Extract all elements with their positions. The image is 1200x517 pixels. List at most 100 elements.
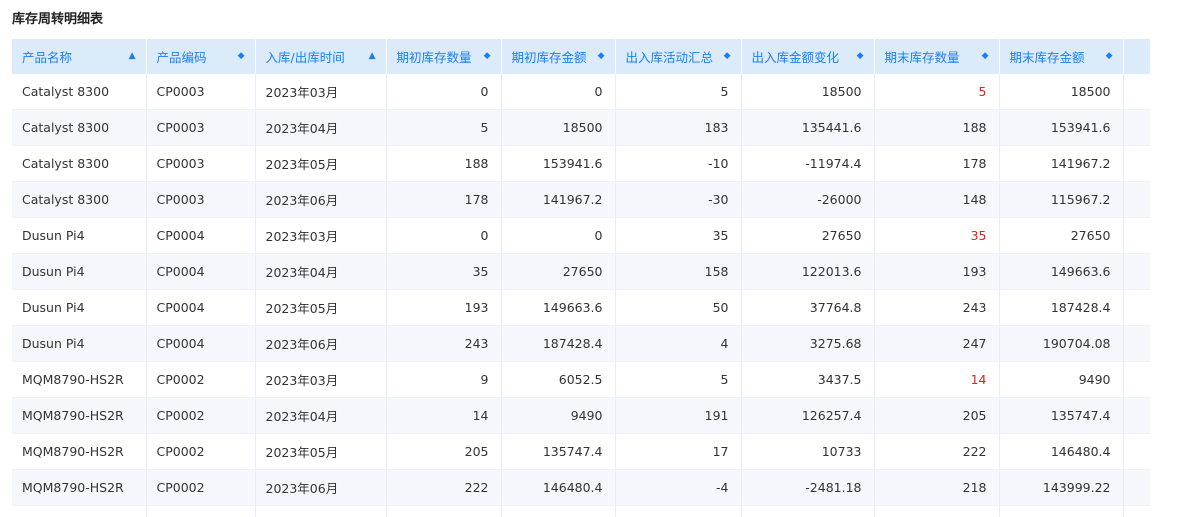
cell-product-code: CP0004 <box>146 217 256 254</box>
cell-activity-summary: -30 <box>615 181 742 218</box>
cell-product-code: CP0004 <box>146 253 256 290</box>
cell-activity-summary: 5 <box>615 74 742 110</box>
cell-filler <box>1123 145 1150 182</box>
cell-in-out-time: 2023年05月 <box>255 433 387 470</box>
column-header-amount-change[interactable]: 出入库金额变化 ◆ <box>741 39 875 74</box>
cell-activity-summary: 5 <box>615 505 742 517</box>
cell-in-out-time: 2023年04月 <box>255 397 387 434</box>
cell-opening-amount: 187428.4 <box>501 325 616 362</box>
cell-activity-summary: 183 <box>615 109 742 146</box>
cell-product-code: CP0002 <box>146 397 256 434</box>
cell-opening-qty: 5 <box>386 109 502 146</box>
cell-opening-qty: 188 <box>386 145 502 182</box>
cell-closing-qty: 193 <box>874 253 1000 290</box>
cell-opening-amount: 141967.2 <box>501 181 616 218</box>
sort-toggle-icon[interactable]: ◆ <box>724 50 731 62</box>
cell-closing-qty: 188 <box>874 109 1000 146</box>
cell-filler <box>1123 325 1150 362</box>
table-row[interactable]: MQM8790-HS2R CP0002 2023年05月 205 135747.4 17 1… <box>12 433 1150 470</box>
cell-product-name: MQM8790-HS2R <box>12 397 147 434</box>
sort-toggle-icon[interactable]: ◆ <box>598 50 605 62</box>
cell-closing-amount: 149663.6 <box>999 253 1124 290</box>
table-row[interactable]: Dusun Pi4 CP0004 2023年06月 243 187428.4 4 3275.… <box>12 325 1150 362</box>
column-header-product-code[interactable]: 产品编码 ◆ <box>146 39 256 74</box>
sort-toggle-icon[interactable]: ◆ <box>484 50 491 62</box>
cell-opening-qty: 0 <box>386 217 502 254</box>
cell-filler <box>1123 253 1150 290</box>
cell-opening-amount: 18500 <box>501 109 616 146</box>
cell-activity-summary: 17 <box>615 433 742 470</box>
cell-amount-change: 122013.6 <box>741 253 875 290</box>
cell-filler <box>1123 361 1150 398</box>
column-header-closing-amount[interactable]: 期末库存金额 ◆ <box>999 39 1124 74</box>
cell-in-out-time: 2023年05月 <box>255 145 387 182</box>
column-header-product-name[interactable]: 产品名称 ▲ <box>12 39 147 74</box>
cell-filler <box>1123 109 1150 146</box>
cell-closing-amount: 187428.4 <box>999 289 1124 326</box>
sort-toggle-icon[interactable]: ◆ <box>857 50 864 62</box>
table-row[interactable]: Catalyst 8300 CP0003 2023年03月 0 0 5 18500 5 1850… <box>12 74 1150 110</box>
column-header-activity-summary[interactable]: 出入库活动汇总 ◆ <box>615 39 742 74</box>
column-header-opening-qty[interactable]: 期初库存数量 ◆ <box>386 39 502 74</box>
cell-in-out-time: 2023年03月 <box>255 505 387 517</box>
cell-amount-change: 3437.5 <box>741 361 875 398</box>
cell-closing-amount: 143999.22 <box>999 469 1124 506</box>
cell-opening-qty: 243 <box>386 325 502 362</box>
cell-opening-amount: 27650 <box>501 253 616 290</box>
cell-opening-qty: 222 <box>386 469 502 506</box>
table-header-row: 产品名称 ▲ 产品编码 ◆ 入库/出库时间 ▲ 期初库存数量 ◆ 期初库存金额 <box>12 39 1151 74</box>
column-header-in-out-time[interactable]: 入库/出库时间 ▲ <box>255 39 387 74</box>
sort-toggle-icon[interactable]: ◆ <box>1106 50 1113 62</box>
cell-amount-change: -2481.18 <box>741 469 875 506</box>
column-header-label: 期初库存数量 <box>396 50 472 65</box>
cell-opening-qty: 0 <box>386 74 502 110</box>
cell-closing-qty: 222 <box>874 433 1000 470</box>
table-row[interactable]: Dusun Pi4 CP0004 2023年04月 35 27650 158 122013.… <box>12 253 1150 290</box>
table-row[interactable]: MTQ8300-HS2ECP00012023年03月80496005310085… <box>12 505 1150 517</box>
inventory-table: 产品名称 ▲ 产品编码 ◆ 入库/出库时间 ▲ 期初库存数量 ◆ 期初库存金额 <box>12 39 1151 517</box>
table-row[interactable]: Catalyst 8300 CP0003 2023年04月 5 18500 183 1354… <box>12 109 1150 146</box>
cell-in-out-time: 2023年06月 <box>255 469 387 506</box>
cell-opening-amount: 49600 <box>501 505 616 517</box>
table-row[interactable]: Catalyst 8300 CP0003 2023年06月 178 141967.2 -3… <box>12 181 1150 218</box>
cell-product-name: Dusun Pi4 <box>12 325 147 362</box>
cell-opening-amount: 6052.5 <box>501 361 616 398</box>
table-row[interactable]: MQM8790-HS2R CP0002 2023年06月 222 146480.4 -4-… <box>12 469 1150 506</box>
cell-activity-summary: 4 <box>615 325 742 362</box>
cell-product-name: Catalyst 8300 <box>12 181 147 218</box>
cell-filler <box>1123 505 1150 517</box>
column-header-opening-amount[interactable]: 期初库存金额 ◆ <box>501 39 616 74</box>
sort-toggle-icon[interactable]: ◆ <box>982 50 989 62</box>
sort-asc-icon[interactable]: ▲ <box>129 50 136 62</box>
cell-closing-qty: 35 <box>874 217 1000 254</box>
cell-closing-qty: 5 <box>874 74 1000 110</box>
cell-opening-amount: 146480.4 <box>501 469 616 506</box>
table-row[interactable]: Dusun Pi4 CP0004 2023年05月 193 149663.6 50 3776… <box>12 289 1150 326</box>
cell-amount-change: 10733 <box>741 433 875 470</box>
cell-product-code: CP0003 <box>146 181 256 218</box>
inventory-table-container[interactable]: 产品名称 ▲ 产品编码 ◆ 入库/出库时间 ▲ 期初库存数量 ◆ 期初库存金额 <box>12 39 1194 517</box>
table-row[interactable]: Catalyst 8300 CP0003 2023年05月 188 153941.6 -1… <box>12 145 1150 182</box>
cell-opening-qty: 205 <box>386 433 502 470</box>
sort-asc-icon[interactable]: ▲ <box>369 50 376 62</box>
sort-toggle-icon[interactable]: ◆ <box>238 50 245 62</box>
table-row[interactable]: MQM8790-HS2R CP0002 2023年03月 9 6052.5 5 3437.5… <box>12 361 1150 398</box>
column-header-closing-qty[interactable]: 期末库存数量 ◆ <box>874 39 1000 74</box>
cell-filler <box>1123 289 1150 326</box>
cell-product-name: MQM8790-HS2R <box>12 469 147 506</box>
column-header-label: 期末库存金额 <box>1009 50 1085 65</box>
cell-in-out-time: 2023年03月 <box>255 361 387 398</box>
cell-opening-amount: 149663.6 <box>501 289 616 326</box>
cell-product-name: Dusun Pi4 <box>12 217 147 254</box>
cell-product-name: Catalyst 8300 <box>12 145 147 182</box>
cell-product-code: CP0003 <box>146 74 256 110</box>
column-header-label: 期末库存数量 <box>884 50 960 65</box>
cell-closing-qty: 205 <box>874 397 1000 434</box>
cell-product-code: CP0001 <box>146 505 256 517</box>
table-row[interactable]: Dusun Pi4 CP0004 2023年03月 0 0 35 27650 35 27650 <box>12 217 1150 254</box>
cell-in-out-time: 2023年03月 <box>255 217 387 254</box>
cell-opening-amount: 0 <box>501 217 616 254</box>
cell-activity-summary: -10 <box>615 145 742 182</box>
cell-filler <box>1123 397 1150 434</box>
table-row[interactable]: MQM8790-HS2R CP0002 2023年04月 14 9490 191 12625… <box>12 397 1150 434</box>
